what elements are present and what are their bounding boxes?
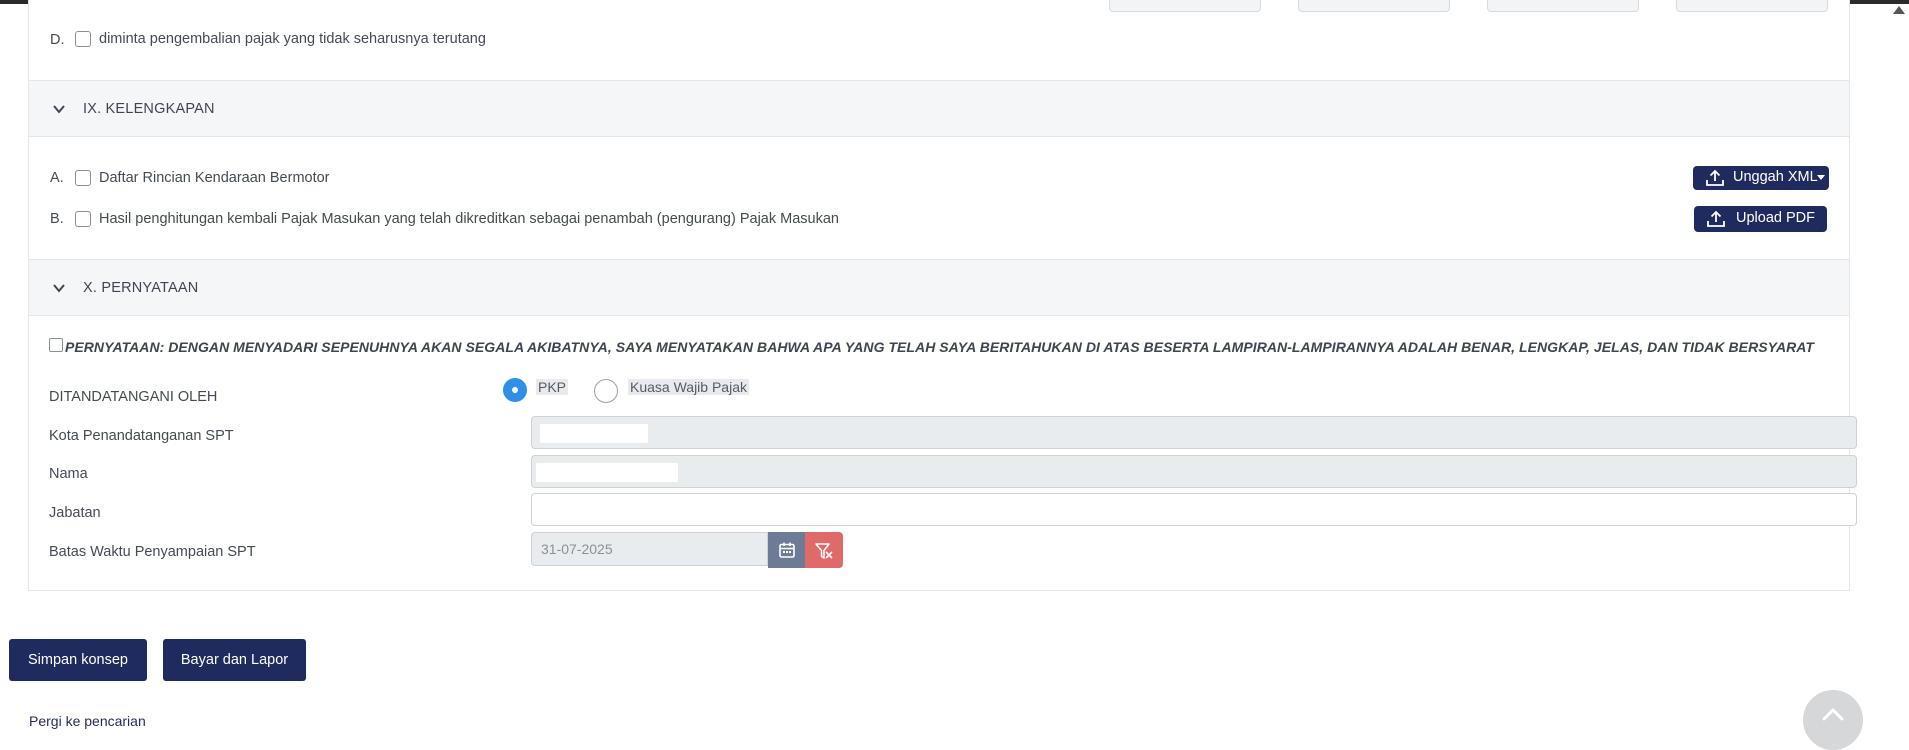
item-a-checkbox[interactable] <box>75 170 91 186</box>
item-b-letter: B. <box>50 211 64 227</box>
upload-xml-label: Unggah XML <box>1733 169 1818 185</box>
statement-text: PERNYATAAN: DENGAN MENYADARI SEPENUHNYA … <box>65 339 1815 355</box>
scroll-up-arrow-icon[interactable] <box>1893 6 1905 14</box>
clear-date-button[interactable] <box>805 532 843 568</box>
section-x-header[interactable]: X. PERNYATAAN <box>29 259 1849 316</box>
calendar-icon <box>779 542 795 558</box>
city-field[interactable] <box>531 416 1857 449</box>
radio-kuasa-label: Kuasa Wajib Pajak <box>628 379 749 395</box>
upload-pdf-label: Upload PDF <box>1736 210 1815 226</box>
section-x-title: X. PERNYATAAN <box>83 280 199 296</box>
upload-icon <box>1706 169 1724 186</box>
position-label: Jabatan <box>49 505 101 521</box>
caret-down-icon <box>1817 175 1825 180</box>
upload-xml-button[interactable]: Unggah XML <box>1693 166 1829 190</box>
deadline-label: Batas Waktu Penyampaian SPT <box>49 544 256 560</box>
name-field[interactable] <box>531 455 1857 488</box>
item-a-label: Daftar Rincian Kendaraan Bermotor <box>99 170 330 186</box>
radio-pkp-label: PKP <box>536 379 569 395</box>
redacted-value <box>540 424 648 443</box>
chevron-down-icon <box>53 284 65 293</box>
item-d-letter: D. <box>50 32 65 48</box>
form-panel: D. diminta pengembalian pajak yang tidak… <box>28 0 1857 591</box>
item-a-letter: A. <box>50 170 64 186</box>
section-ix-header[interactable]: IX. KELENGKAPAN <box>29 80 1849 137</box>
item-d-checkbox[interactable] <box>75 31 91 47</box>
radio-pkp[interactable] <box>503 378 527 402</box>
upload-icon <box>1707 210 1725 227</box>
save-draft-button[interactable]: Simpan konsep <box>9 639 147 681</box>
calendar-button[interactable] <box>768 532 806 568</box>
prev-row-input[interactable] <box>1109 0 1261 12</box>
position-input[interactable] <box>531 493 1857 526</box>
deadline-date-input[interactable]: 31-07-2025 <box>531 532 768 566</box>
prev-row-input[interactable] <box>1298 0 1450 12</box>
scroll-to-top-button[interactable] <box>1803 690 1863 750</box>
item-d-label: diminta pengembalian pajak yang tidak se… <box>99 31 486 47</box>
deadline-value: 31-07-2025 <box>541 541 613 557</box>
signed-by-label: DITANDATANGANI OLEH <box>49 389 218 405</box>
chevron-down-icon <box>53 105 65 114</box>
city-label: Kota Penandatanganan SPT <box>49 428 234 444</box>
upload-pdf-button[interactable]: Upload PDF <box>1694 206 1827 232</box>
radio-kuasa-wajib-pajak[interactable] <box>594 379 618 403</box>
pay-and-report-button[interactable]: Bayar dan Lapor <box>163 639 306 681</box>
item-b-checkbox[interactable] <box>75 211 91 227</box>
redacted-value <box>536 463 678 482</box>
section-ix-title: IX. KELENGKAPAN <box>83 101 215 117</box>
statement-checkbox[interactable] <box>49 338 63 352</box>
chevron-up-icon <box>1822 708 1844 721</box>
goto-search-link[interactable]: Pergi ke pencarian <box>29 713 146 729</box>
item-b-label: Hasil penghitungan kembali Pajak Masukan… <box>99 211 839 227</box>
prev-row-input[interactable] <box>1676 0 1828 12</box>
filter-clear-icon <box>815 543 833 559</box>
prev-row-input[interactable] <box>1487 0 1639 12</box>
name-label: Nama <box>49 466 88 482</box>
